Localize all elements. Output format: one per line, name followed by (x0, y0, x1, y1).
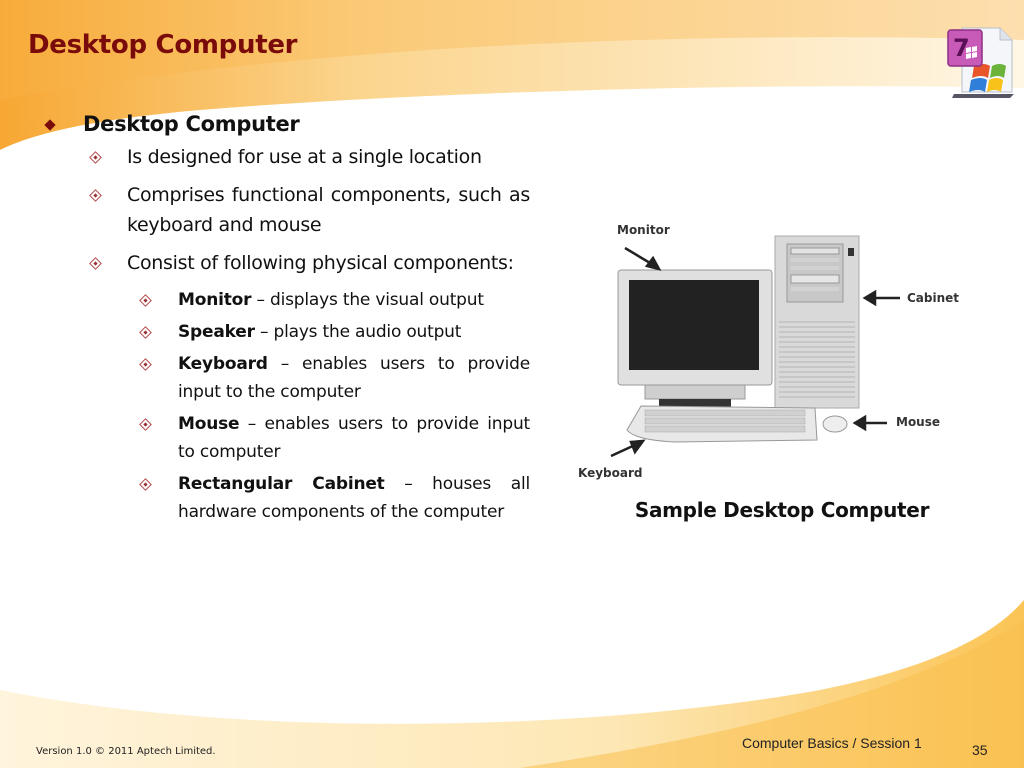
windows7-document-icon: 7 (947, 27, 1014, 98)
component-item-monitor: Monitor – displays the visual output (40, 286, 530, 314)
monitor-image (617, 269, 773, 407)
component-term: Speaker (178, 322, 255, 342)
footer-course: Computer Basics / Session 1 (742, 735, 922, 751)
component-item-mouse: Mouse – enables users to provide input t… (40, 410, 530, 466)
component-item-keyboard: Keyboard – enables users to provide inpu… (40, 350, 530, 406)
label-keyboard: Keyboard (578, 466, 643, 480)
label-cabinet: Cabinet (907, 291, 960, 305)
diamond-bullet-icon (139, 478, 152, 491)
mouse-image (822, 415, 848, 433)
component-term: Monitor (178, 290, 252, 310)
diamond-bullet-icon (44, 119, 56, 131)
diamond-bullet-icon (139, 358, 152, 371)
bullet-text: Consist of following physical components… (127, 252, 514, 274)
bullet-content: Desktop Computer Is designed for use at … (40, 110, 530, 530)
diamond-bullet-icon (139, 418, 152, 431)
component-item-cabinet: Rectangular Cabinet – houses all hardwar… (40, 470, 530, 526)
desktop-computer-figure: Monitor Cabinet Mouse Keyboard (575, 218, 970, 488)
bullet-point: Consist of following physical components… (40, 248, 530, 278)
bullet-level1: Desktop Computer (40, 112, 530, 136)
diamond-bullet-icon (139, 326, 152, 339)
bullet-text: Comprises functional components, such as… (127, 184, 530, 236)
component-term: Mouse (178, 414, 240, 434)
component-term: Keyboard (178, 354, 268, 374)
bullet-point: Is designed for use at a single location (40, 142, 530, 172)
keyboard-image (626, 405, 818, 443)
slide-title: Desktop Computer (28, 30, 298, 60)
component-term: Rectangular Cabinet (178, 474, 385, 494)
diamond-bullet-icon (89, 189, 102, 202)
page-number: 35 (972, 742, 988, 758)
component-desc: – plays the audio output (254, 322, 462, 342)
component-item-speaker: Speaker – plays the audio output (40, 318, 530, 346)
bullet-text: Is designed for use at a single location (127, 146, 482, 168)
bullet-point: Comprises functional components, such as… (40, 180, 530, 240)
diamond-bullet-icon (89, 151, 102, 164)
cabinet-image (774, 235, 860, 409)
bullet-heading: Desktop Computer (83, 112, 300, 136)
label-monitor: Monitor (617, 223, 670, 237)
component-desc: – displays the visual output (251, 290, 484, 310)
diamond-bullet-icon (139, 294, 152, 307)
label-mouse: Mouse (896, 415, 941, 429)
footer-version: Version 1.0 © 2011 Aptech Limited. (36, 746, 216, 757)
desktop-computer-illustration (610, 235, 900, 458)
figure-caption: Sample Desktop Computer (634, 498, 930, 522)
diamond-bullet-icon (89, 257, 102, 270)
